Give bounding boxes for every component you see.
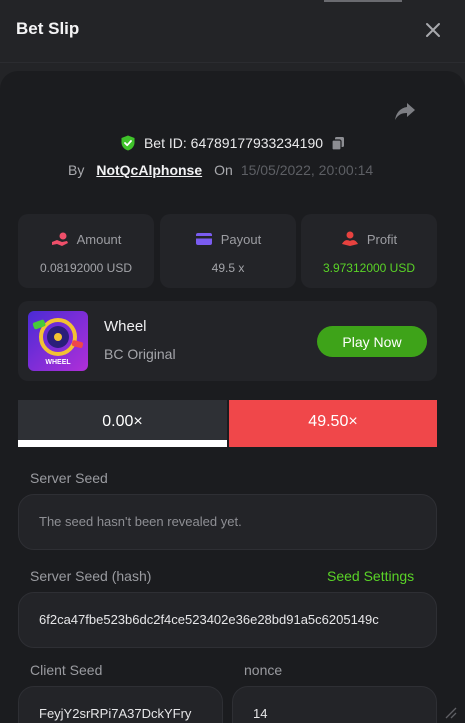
amount-icon bbox=[51, 232, 68, 246]
multiplier-bar: 0.00× 49.50× bbox=[18, 400, 437, 447]
payout-icon bbox=[195, 233, 212, 245]
nonce-label: nonce bbox=[244, 662, 283, 678]
profit-stat: Profit 3.97312000 USD bbox=[301, 214, 437, 288]
copy-icon[interactable] bbox=[331, 136, 345, 151]
profit-label: Profit bbox=[366, 231, 398, 247]
server-hash-value: 6f2ca47fbe523b6dc2f4ce523402e36e28bd91a5… bbox=[39, 612, 379, 627]
page-title: Bet Slip bbox=[16, 19, 80, 38]
resize-handle-icon[interactable] bbox=[443, 705, 457, 719]
bet-byline: By NotQcAlphonse On 15/05/2022, 20:00:14 bbox=[68, 161, 373, 179]
bet-stats: Amount 0.08192000 USD Payout 49.5 x Prof… bbox=[18, 214, 437, 288]
client-seed-label: Client Seed bbox=[30, 662, 103, 678]
seed-settings-link[interactable]: Seed Settings bbox=[327, 568, 414, 584]
server-seed-label: Server Seed bbox=[30, 470, 108, 486]
amount-value: 0.08192000 USD bbox=[39, 261, 133, 275]
username-link[interactable]: NotQcAlphonse bbox=[96, 162, 202, 178]
client-seed-value: FeyjY2srRPi7A37DckYFry bbox=[39, 706, 192, 721]
game-card: WHEEL Wheel BC Original Play Now bbox=[18, 301, 437, 381]
bet-datetime: 15/05/2022, 20:00:14 bbox=[240, 162, 374, 178]
nonce-value: 14 bbox=[253, 706, 268, 721]
payout-value: 49.5 x bbox=[211, 261, 245, 275]
payout-stat: Payout 49.5 x bbox=[160, 214, 296, 288]
bet-id-value: 64789177933234190 bbox=[190, 135, 324, 151]
bet-id-text: Bet ID: 64789177933234190 bbox=[144, 135, 323, 151]
server-seed-field: The seed hasn't been revealed yet. bbox=[18, 494, 437, 550]
amount-label: Amount bbox=[76, 231, 122, 247]
nonce-field[interactable]: 14 bbox=[232, 686, 437, 723]
wheel-game-thumbnail[interactable]: WHEEL bbox=[28, 311, 88, 371]
amount-stat: Amount 0.08192000 USD bbox=[18, 214, 154, 288]
close-icon[interactable] bbox=[423, 20, 443, 40]
client-seed-field[interactable]: FeyjY2srRPi7A37DckYFry bbox=[18, 686, 223, 723]
result-multiplier: 0.00× bbox=[18, 400, 227, 447]
bet-id-row: Bet ID: 64789177933234190 bbox=[0, 133, 465, 153]
play-now-button[interactable]: Play Now bbox=[317, 326, 427, 357]
bet-id-label: Bet ID: bbox=[143, 135, 187, 151]
share-icon[interactable] bbox=[394, 100, 416, 122]
server-seed-value: The seed hasn't been revealed yet. bbox=[39, 514, 242, 529]
selected-indicator bbox=[18, 440, 227, 447]
result-multiplier-value: 0.00× bbox=[102, 413, 143, 430]
on-label: On bbox=[214, 162, 233, 178]
game-name: Wheel bbox=[104, 318, 147, 335]
game-provider: BC Original bbox=[104, 346, 176, 362]
target-multiplier-value: 49.50× bbox=[308, 413, 358, 430]
by-label: By bbox=[68, 162, 85, 178]
target-multiplier: 49.50× bbox=[229, 400, 437, 447]
bet-slip-header: Bet Slip bbox=[0, 0, 465, 62]
profit-icon bbox=[341, 231, 358, 246]
server-hash-label: Server Seed (hash) bbox=[30, 568, 152, 584]
payout-label: Payout bbox=[220, 231, 262, 247]
profit-value: 3.97312000 USD bbox=[322, 261, 416, 275]
thumbnail-text: WHEEL bbox=[45, 359, 71, 366]
server-hash-field[interactable]: 6f2ca47fbe523b6dc2f4ce523402e36e28bd91a5… bbox=[18, 592, 437, 648]
shield-check-icon bbox=[121, 135, 135, 151]
header-top-line bbox=[324, 0, 402, 2]
